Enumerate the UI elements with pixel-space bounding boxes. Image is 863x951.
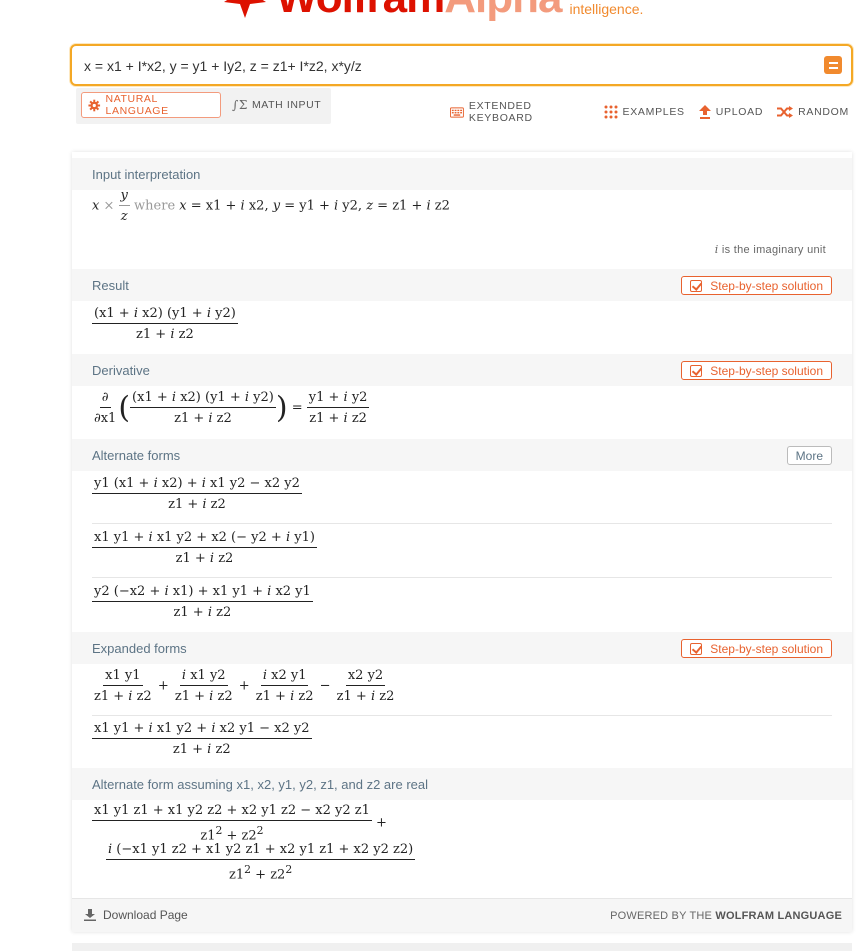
download-page-button[interactable]: Download Page: [84, 908, 188, 922]
powered-by-label[interactable]: POWERED BY THE WOLFRAM LANGUAGE: [610, 910, 842, 922]
search-input[interactable]: [84, 55, 804, 77]
alternate-form-3: y2 (−x2 + i x1) + x1 y1 + i x2 y1 z1 + i …: [92, 584, 313, 620]
keyboard-icon: [450, 106, 464, 118]
alternate-form-2: x1 y1 + i x1 y2 + x2 (− y2 + i y1) z1 + i…: [92, 530, 317, 566]
step-by-step-button[interactable]: Step-by-step solution: [681, 361, 832, 380]
logo-tagline: intelligence.: [569, 1, 644, 17]
derivative-formula: ∂ ∂x1((x1 + i x2) (y1 + i y2) z1 + i z2) =…: [94, 390, 370, 426]
pod-title: Alternate forms: [92, 448, 181, 463]
upload-icon: [698, 105, 711, 119]
alternate-form-1: y1 (x1 + i x2) + i x1 y2 − x2 y2 z1 + i z…: [92, 476, 302, 512]
result-formula: (x1 + i x2) (y1 + i y2) z1 + i z2: [92, 306, 238, 342]
divider: [92, 577, 832, 578]
upload-label: UPLOAD: [715, 106, 764, 118]
imaginary-unit-note: i is the imaginary unit: [714, 243, 826, 256]
extended-keyboard-button[interactable]: EXTENDED KEYBOARD: [450, 100, 590, 124]
divider: [92, 715, 832, 716]
more-button[interactable]: More: [786, 446, 832, 465]
math-input-label: MATH INPUT: [251, 99, 322, 111]
random-button[interactable]: RANDOM: [777, 106, 849, 118]
real-form-line-2: i (−x1 y1 z2 + x1 y2 z1 + x2 y1 z1 + x2 …: [106, 842, 416, 883]
upload-button[interactable]: UPLOAD: [698, 105, 764, 119]
examples-label: EXAMPLES: [622, 106, 685, 118]
real-form-line-1: x1 y1 z1 + x1 y2 z2 + x2 y1 z2 − x2 y2 z…: [92, 803, 387, 844]
pod-title: Alternate form assuming x1, x2, y1, y2, …: [92, 777, 428, 792]
math-input-icon: ∫Σ: [232, 98, 248, 112]
gear-icon: [88, 99, 101, 111]
checkbox-icon: [690, 642, 703, 655]
step-by-step-button[interactable]: Step-by-step solution: [681, 639, 832, 658]
checkbox-icon: [690, 364, 703, 377]
real-assumption-pod-header: Alternate form assuming x1, x2, y1, y2, …: [72, 768, 852, 800]
checkbox-icon: [690, 279, 703, 292]
results-footer: Download Page POWERED BY THE WOLFRAM LAN…: [72, 898, 852, 932]
derivative-pod-header: Derivative Step-by-step solution: [72, 354, 852, 386]
pod-title: Result: [92, 278, 129, 293]
natural-language-tab[interactable]: NATURAL LANGUAGE: [81, 92, 221, 118]
result-pod-header: Result Step-by-step solution: [72, 269, 852, 301]
input-interpretation-pod-header: Input interpretation: [72, 158, 852, 190]
random-label: RANDOM: [798, 106, 849, 118]
wolfram-alpha-logo[interactable]: WolframAlpha intelligence.: [222, 0, 644, 20]
extended-keyboard-label: EXTENDED KEYBOARD: [468, 100, 533, 124]
examples-button[interactable]: EXAMPLES: [604, 105, 685, 119]
expanded-form-2: x1 y1 + i x1 y2 + i x2 y1 − x2 y2 z1 + i …: [92, 721, 312, 757]
random-icon: [777, 106, 794, 118]
divider: [92, 523, 832, 524]
next-panel-edge: [72, 943, 852, 951]
pod-title: Derivative: [92, 363, 150, 378]
download-icon: [84, 909, 96, 921]
step-by-step-button[interactable]: Step-by-step solution: [681, 276, 832, 295]
spikey-logo-icon: [224, 0, 266, 18]
results-panel: Input interpretation x × yz where x = x1…: [72, 152, 852, 932]
alternate-forms-pod-header: Alternate forms More: [72, 439, 852, 471]
logo-wordmark: WolframAlpha: [276, 0, 562, 20]
pod-title: Expanded forms: [92, 641, 187, 656]
natural-language-label: NATURAL LANGUAGE: [105, 93, 169, 117]
math-input-tab[interactable]: ∫Σ MATH INPUT: [232, 92, 321, 118]
input-mode-toggle: NATURAL LANGUAGE ∫Σ MATH INPUT: [76, 88, 331, 124]
pod-title: Input interpretation: [92, 167, 201, 182]
expanded-form-1: x1 y1 z1 + i z2 + i x1 y2 z1 + i z2 + i x2…: [94, 668, 395, 704]
expanded-forms-pod-header: Expanded forms Step-by-step solution: [72, 632, 852, 664]
examples-grid-icon: [604, 105, 618, 119]
search-bar: [70, 44, 853, 86]
toolbar: EXTENDED KEYBOARD EXAMPLES UPLOAD RANDOM: [450, 100, 863, 124]
input-interpretation-formula: x × yz where x = x1 + i x2, y = y1 + i y…: [92, 188, 450, 224]
compute-button[interactable]: [824, 56, 842, 74]
